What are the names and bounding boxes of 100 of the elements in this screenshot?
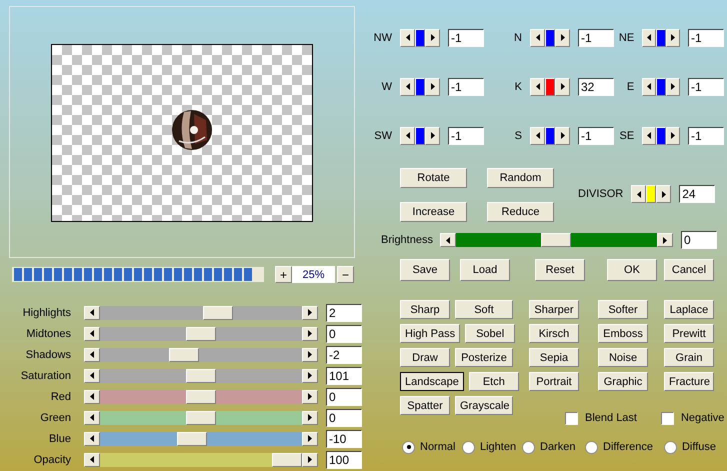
slider-right-button[interactable] [666, 78, 680, 96]
slider-right-button[interactable] [302, 306, 318, 320]
slider-thumb[interactable] [203, 306, 234, 320]
slider-left-button[interactable] [84, 348, 100, 362]
value-field[interactable]: 2 [326, 304, 362, 322]
filter-button[interactable]: Sharp [400, 300, 450, 319]
slider-left-button[interactable] [84, 390, 100, 404]
value-field[interactable]: -1 [578, 28, 614, 46]
slider-thumb[interactable] [186, 410, 216, 424]
slider-left-button[interactable] [530, 126, 545, 144]
slider-right-button[interactable] [302, 410, 318, 424]
filter-button[interactable]: Emboss [598, 324, 648, 343]
slider-left-button[interactable] [84, 410, 100, 424]
value-field[interactable]: 32 [578, 78, 614, 96]
slider-thumb[interactable] [186, 368, 216, 382]
slider-right-button[interactable] [302, 326, 318, 340]
value-field[interactable]: -1 [688, 126, 724, 144]
slider-right-button[interactable] [302, 390, 318, 404]
value-field[interactable]: 0 [326, 408, 362, 426]
slider-thumb[interactable] [177, 432, 208, 446]
value-field[interactable]: 101 [326, 366, 362, 384]
value-field[interactable]: -1 [578, 126, 614, 144]
filter-button[interactable]: Softer [598, 300, 648, 319]
slider-right-button[interactable] [666, 28, 680, 46]
value-field[interactable]: -1 [688, 28, 724, 46]
slider-right-button[interactable] [425, 126, 440, 144]
checkbox[interactable] [660, 412, 674, 424]
slider-right-button[interactable] [666, 126, 680, 144]
filter-button[interactable]: Soft [455, 300, 513, 319]
slider-right-button[interactable] [555, 78, 570, 96]
kernel-button[interactable]: Increase [400, 202, 467, 222]
slider-right-button[interactable] [302, 368, 318, 382]
filter-button[interactable]: Etch [468, 372, 519, 391]
filter-button[interactable]: Sobel [465, 324, 516, 343]
slider-left-button[interactable] [642, 78, 656, 96]
radio-button[interactable] [462, 440, 475, 454]
divisor-field[interactable]: 24 [679, 185, 716, 203]
slider-left-button[interactable] [530, 28, 545, 46]
action-button[interactable]: OK [607, 259, 657, 281]
kernel-button[interactable]: Reduce [487, 202, 554, 222]
slider-thumb[interactable] [541, 233, 572, 247]
slider-left-button[interactable] [84, 306, 100, 320]
zoom-in-button[interactable]: + [275, 266, 292, 283]
filter-button[interactable]: Sepia [529, 348, 579, 367]
filter-button[interactable]: Portrait [529, 372, 579, 391]
zoom-out-button[interactable]: − [337, 266, 354, 283]
value-field[interactable]: -1 [448, 126, 484, 144]
slider-left-button[interactable] [631, 185, 646, 203]
slider-left-button[interactable] [642, 126, 656, 144]
slider-right-button[interactable] [656, 185, 672, 203]
slider-thumb[interactable] [272, 452, 302, 466]
slider-right-button[interactable] [656, 233, 673, 247]
action-button[interactable]: Reset [535, 259, 585, 281]
action-button[interactable]: Save [400, 259, 450, 281]
value-field[interactable]: 0 [326, 388, 362, 406]
value-field[interactable]: -1 [448, 28, 484, 46]
radio-button[interactable] [585, 440, 598, 454]
slider-left-button[interactable] [400, 28, 415, 46]
radio-button[interactable] [664, 440, 677, 454]
slider-right-button[interactable] [555, 28, 570, 46]
filter-button[interactable]: Spatter [400, 396, 450, 415]
slider-left-button[interactable] [400, 126, 415, 144]
kernel-button[interactable]: Random [487, 168, 554, 188]
action-button[interactable]: Load [460, 259, 510, 281]
value-field[interactable]: 100 [326, 450, 362, 468]
slider-left-button[interactable] [84, 326, 100, 340]
slider-thumb[interactable] [186, 326, 216, 340]
filter-button[interactable]: High Pass [400, 324, 460, 343]
slider-right-button[interactable] [555, 126, 570, 144]
value-field[interactable]: 0 [326, 324, 362, 342]
slider-thumb[interactable] [186, 390, 216, 404]
kernel-button[interactable]: Rotate [400, 168, 467, 188]
filter-button[interactable]: Noise [598, 348, 648, 367]
slider-right-button[interactable] [425, 78, 440, 96]
filter-button[interactable]: Kirsch [529, 324, 579, 343]
checkbox[interactable] [565, 412, 578, 424]
filter-button[interactable]: Graphic [598, 372, 648, 391]
filter-button[interactable]: Landscape [400, 372, 464, 391]
slider-right-button[interactable] [302, 452, 318, 466]
slider-left-button[interactable] [530, 78, 545, 96]
action-button[interactable]: Cancel [664, 259, 714, 281]
radio-button[interactable] [522, 440, 535, 454]
value-field[interactable]: -10 [326, 430, 362, 448]
filter-button[interactable]: Draw [400, 348, 450, 367]
slider-left-button[interactable] [440, 233, 456, 247]
slider-right-button[interactable] [302, 432, 318, 446]
slider-left-button[interactable] [84, 452, 100, 466]
filter-button[interactable]: Grayscale [455, 396, 513, 415]
slider-left-button[interactable] [642, 28, 656, 46]
filter-button[interactable]: Fracture [664, 372, 714, 391]
slider-left-button[interactable] [400, 78, 415, 96]
slider-left-button[interactable] [84, 368, 100, 382]
filter-button[interactable]: Prewitt [664, 324, 714, 343]
filter-button[interactable]: Grain [664, 348, 714, 367]
value-field[interactable]: -2 [326, 346, 362, 364]
brightness-field[interactable]: 0 [680, 231, 717, 249]
filter-button[interactable]: Sharper [529, 300, 579, 319]
slider-left-button[interactable] [84, 432, 100, 446]
slider-thumb[interactable] [168, 348, 199, 362]
filter-button[interactable]: Laplace [664, 300, 714, 319]
